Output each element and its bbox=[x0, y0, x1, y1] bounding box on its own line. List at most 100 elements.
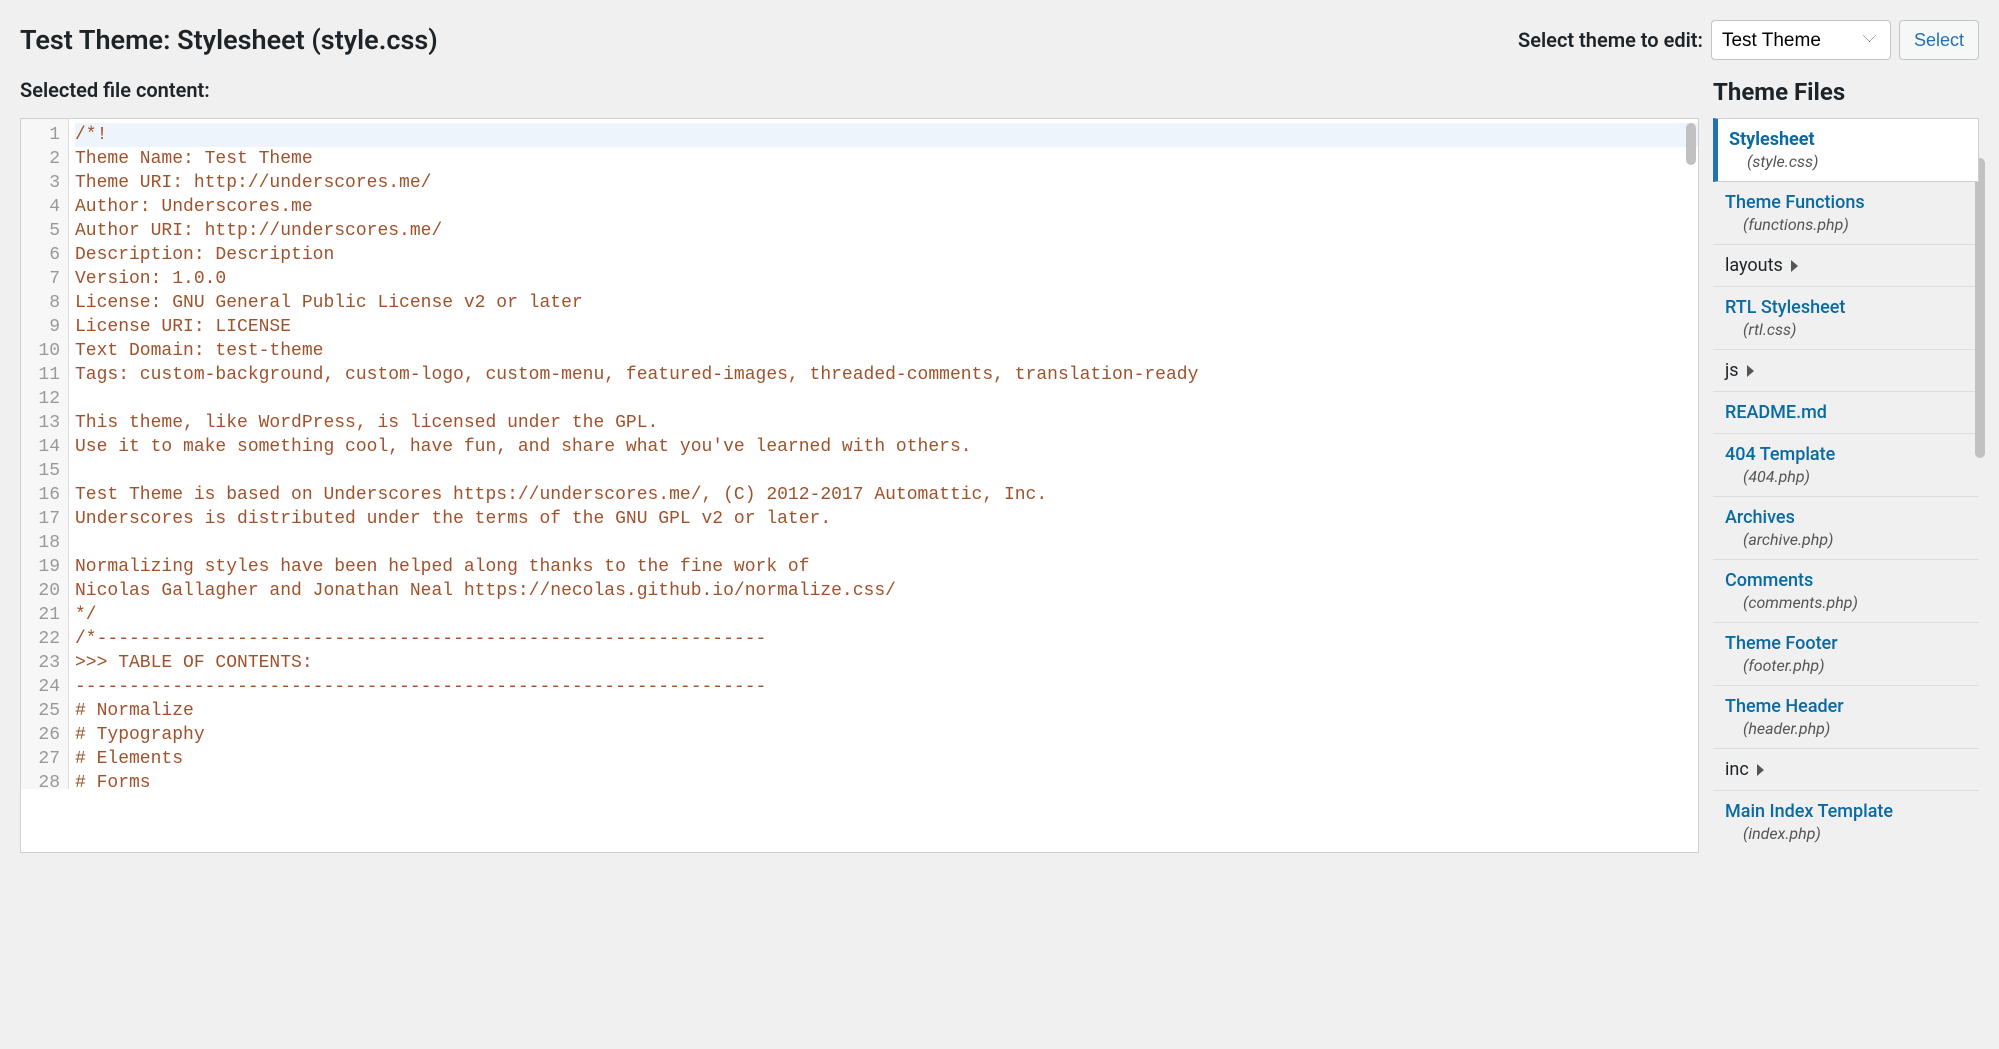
code-line[interactable]: Underscores is distributed under the ter… bbox=[75, 507, 1698, 531]
code-line[interactable]: Theme Name: Test Theme bbox=[75, 147, 1698, 171]
line-number: 21 bbox=[25, 603, 60, 627]
header-row: Test Theme: Stylesheet (style.css) Selec… bbox=[20, 20, 1979, 60]
file-item[interactable]: Main Index Template (index.php) bbox=[1713, 790, 1979, 853]
code-line[interactable]: ----------------------------------------… bbox=[75, 675, 1698, 699]
file-subname: (index.php) bbox=[1743, 824, 1967, 843]
line-number: 4 bbox=[25, 195, 60, 219]
file-item[interactable]: RTL Stylesheet (rtl.css) bbox=[1713, 286, 1979, 349]
code-line[interactable] bbox=[75, 531, 1698, 555]
code-line[interactable]: Tags: custom-background, custom-logo, cu… bbox=[75, 363, 1698, 387]
line-number: 9 bbox=[25, 315, 60, 339]
code-line[interactable]: Author: Underscores.me bbox=[75, 195, 1698, 219]
code-line[interactable]: License URI: LICENSE bbox=[75, 315, 1698, 339]
theme-select-dropdown[interactable]: Test Theme bbox=[1711, 20, 1891, 60]
chevron-right-icon bbox=[1747, 365, 1754, 377]
file-item[interactable]: Stylesheet (style.css) bbox=[1713, 118, 1979, 182]
file-item[interactable]: Theme Header(header.php) bbox=[1713, 685, 1979, 748]
sidebar-scrollbar[interactable] bbox=[1975, 158, 1985, 458]
code-line[interactable]: Author URI: http://underscores.me/ bbox=[75, 219, 1698, 243]
code-line[interactable]: /*! bbox=[75, 123, 1698, 147]
code-line[interactable]: Description: Description bbox=[75, 243, 1698, 267]
theme-select-group: Select theme to edit: Test Theme Select bbox=[1518, 20, 1979, 60]
theme-files-sidebar: Stylesheet (style.css) Theme Functions (fun… bbox=[1699, 118, 1979, 853]
file-item[interactable]: 404 Template (404.php) bbox=[1713, 433, 1979, 496]
line-number: 27 bbox=[25, 747, 60, 771]
code-editor[interactable]: 1234567891011121314151617181920212223242… bbox=[20, 118, 1699, 853]
line-number: 28 bbox=[25, 771, 60, 789]
file-name: Theme Footer bbox=[1725, 633, 1967, 654]
line-number: 17 bbox=[25, 507, 60, 531]
theme-files-heading: Theme Files bbox=[1713, 78, 1979, 106]
code-line[interactable]: Normalizing styles have been helped alon… bbox=[75, 555, 1698, 579]
file-name: 404 Template bbox=[1725, 444, 1967, 465]
file-item[interactable]: Theme Footer(footer.php) bbox=[1713, 622, 1979, 685]
file-name: RTL Stylesheet bbox=[1725, 297, 1967, 318]
file-item[interactable]: Archives(archive.php) bbox=[1713, 496, 1979, 559]
file-name: README.md bbox=[1725, 402, 1967, 423]
chevron-right-icon bbox=[1757, 764, 1764, 776]
code-line[interactable]: Test Theme is based on Underscores https… bbox=[75, 483, 1698, 507]
line-number: 22 bbox=[25, 627, 60, 651]
code-line[interactable]: Use it to make something cool, have fun,… bbox=[75, 435, 1698, 459]
code-line[interactable] bbox=[75, 387, 1698, 411]
file-subname: (rtl.css) bbox=[1743, 320, 1967, 339]
line-number: 16 bbox=[25, 483, 60, 507]
line-number: 15 bbox=[25, 459, 60, 483]
page-title: Test Theme: Stylesheet (style.css) bbox=[20, 24, 438, 56]
file-subname: (404.php) bbox=[1743, 467, 1967, 486]
file-name: Stylesheet bbox=[1729, 129, 1966, 150]
code-line[interactable]: License: GNU General Public License v2 o… bbox=[75, 291, 1698, 315]
file-subname: (header.php) bbox=[1743, 719, 1967, 738]
theme-file-list: Stylesheet (style.css) Theme Functions (fun… bbox=[1713, 118, 1979, 853]
file-subname: (style.css) bbox=[1747, 152, 1966, 171]
code-line[interactable]: # Typography bbox=[75, 723, 1698, 747]
select-button[interactable]: Select bbox=[1899, 20, 1979, 60]
code-line[interactable]: Theme URI: http://underscores.me/ bbox=[75, 171, 1698, 195]
theme-select-label: Select theme to edit: bbox=[1518, 28, 1703, 52]
folder-item[interactable]: js bbox=[1713, 349, 1979, 391]
file-name: Archives bbox=[1725, 507, 1967, 528]
file-name: Main Index Template bbox=[1725, 801, 1967, 822]
code-line[interactable]: Text Domain: test-theme bbox=[75, 339, 1698, 363]
line-number: 11 bbox=[25, 363, 60, 387]
editor-scrollbar[interactable] bbox=[1686, 123, 1696, 165]
folder-name: js bbox=[1725, 360, 1739, 381]
file-subname: (functions.php) bbox=[1743, 215, 1967, 234]
code-line[interactable]: /*--------------------------------------… bbox=[75, 627, 1698, 651]
selected-file-label: Selected file content: bbox=[20, 78, 210, 102]
code-line[interactable]: # Elements bbox=[75, 747, 1698, 771]
folder-item[interactable]: inc bbox=[1713, 748, 1979, 790]
file-item[interactable]: Theme Functions (functions.php) bbox=[1713, 181, 1979, 244]
line-number: 2 bbox=[25, 147, 60, 171]
line-number: 23 bbox=[25, 651, 60, 675]
line-number: 1 bbox=[25, 123, 60, 147]
code-line[interactable]: Nicolas Gallagher and Jonathan Neal http… bbox=[75, 579, 1698, 603]
line-number: 19 bbox=[25, 555, 60, 579]
code-line[interactable]: # Normalize bbox=[75, 699, 1698, 723]
line-number: 8 bbox=[25, 291, 60, 315]
code-line[interactable]: This theme, like WordPress, is licensed … bbox=[75, 411, 1698, 435]
line-number: 26 bbox=[25, 723, 60, 747]
code-line[interactable]: # Forms bbox=[75, 771, 1698, 789]
file-name: Comments bbox=[1725, 570, 1967, 591]
line-number: 14 bbox=[25, 435, 60, 459]
file-name: Theme Functions bbox=[1725, 192, 1967, 213]
line-number: 12 bbox=[25, 387, 60, 411]
file-item[interactable]: Comments (comments.php) bbox=[1713, 559, 1979, 622]
line-number: 6 bbox=[25, 243, 60, 267]
file-item[interactable]: README.md bbox=[1713, 391, 1979, 433]
line-number: 3 bbox=[25, 171, 60, 195]
code-line[interactable]: >>> TABLE OF CONTENTS: bbox=[75, 651, 1698, 675]
file-subname: (comments.php) bbox=[1743, 593, 1967, 612]
chevron-right-icon bbox=[1791, 260, 1798, 272]
code-line[interactable]: */ bbox=[75, 603, 1698, 627]
line-number: 13 bbox=[25, 411, 60, 435]
code-content[interactable]: /*!Theme Name: Test ThemeTheme URI: http… bbox=[69, 119, 1698, 789]
code-line[interactable]: Version: 1.0.0 bbox=[75, 267, 1698, 291]
line-number: 5 bbox=[25, 219, 60, 243]
folder-name: layouts bbox=[1725, 255, 1783, 276]
code-line[interactable] bbox=[75, 459, 1698, 483]
line-number: 25 bbox=[25, 699, 60, 723]
line-number: 24 bbox=[25, 675, 60, 699]
folder-item[interactable]: layouts bbox=[1713, 244, 1979, 286]
